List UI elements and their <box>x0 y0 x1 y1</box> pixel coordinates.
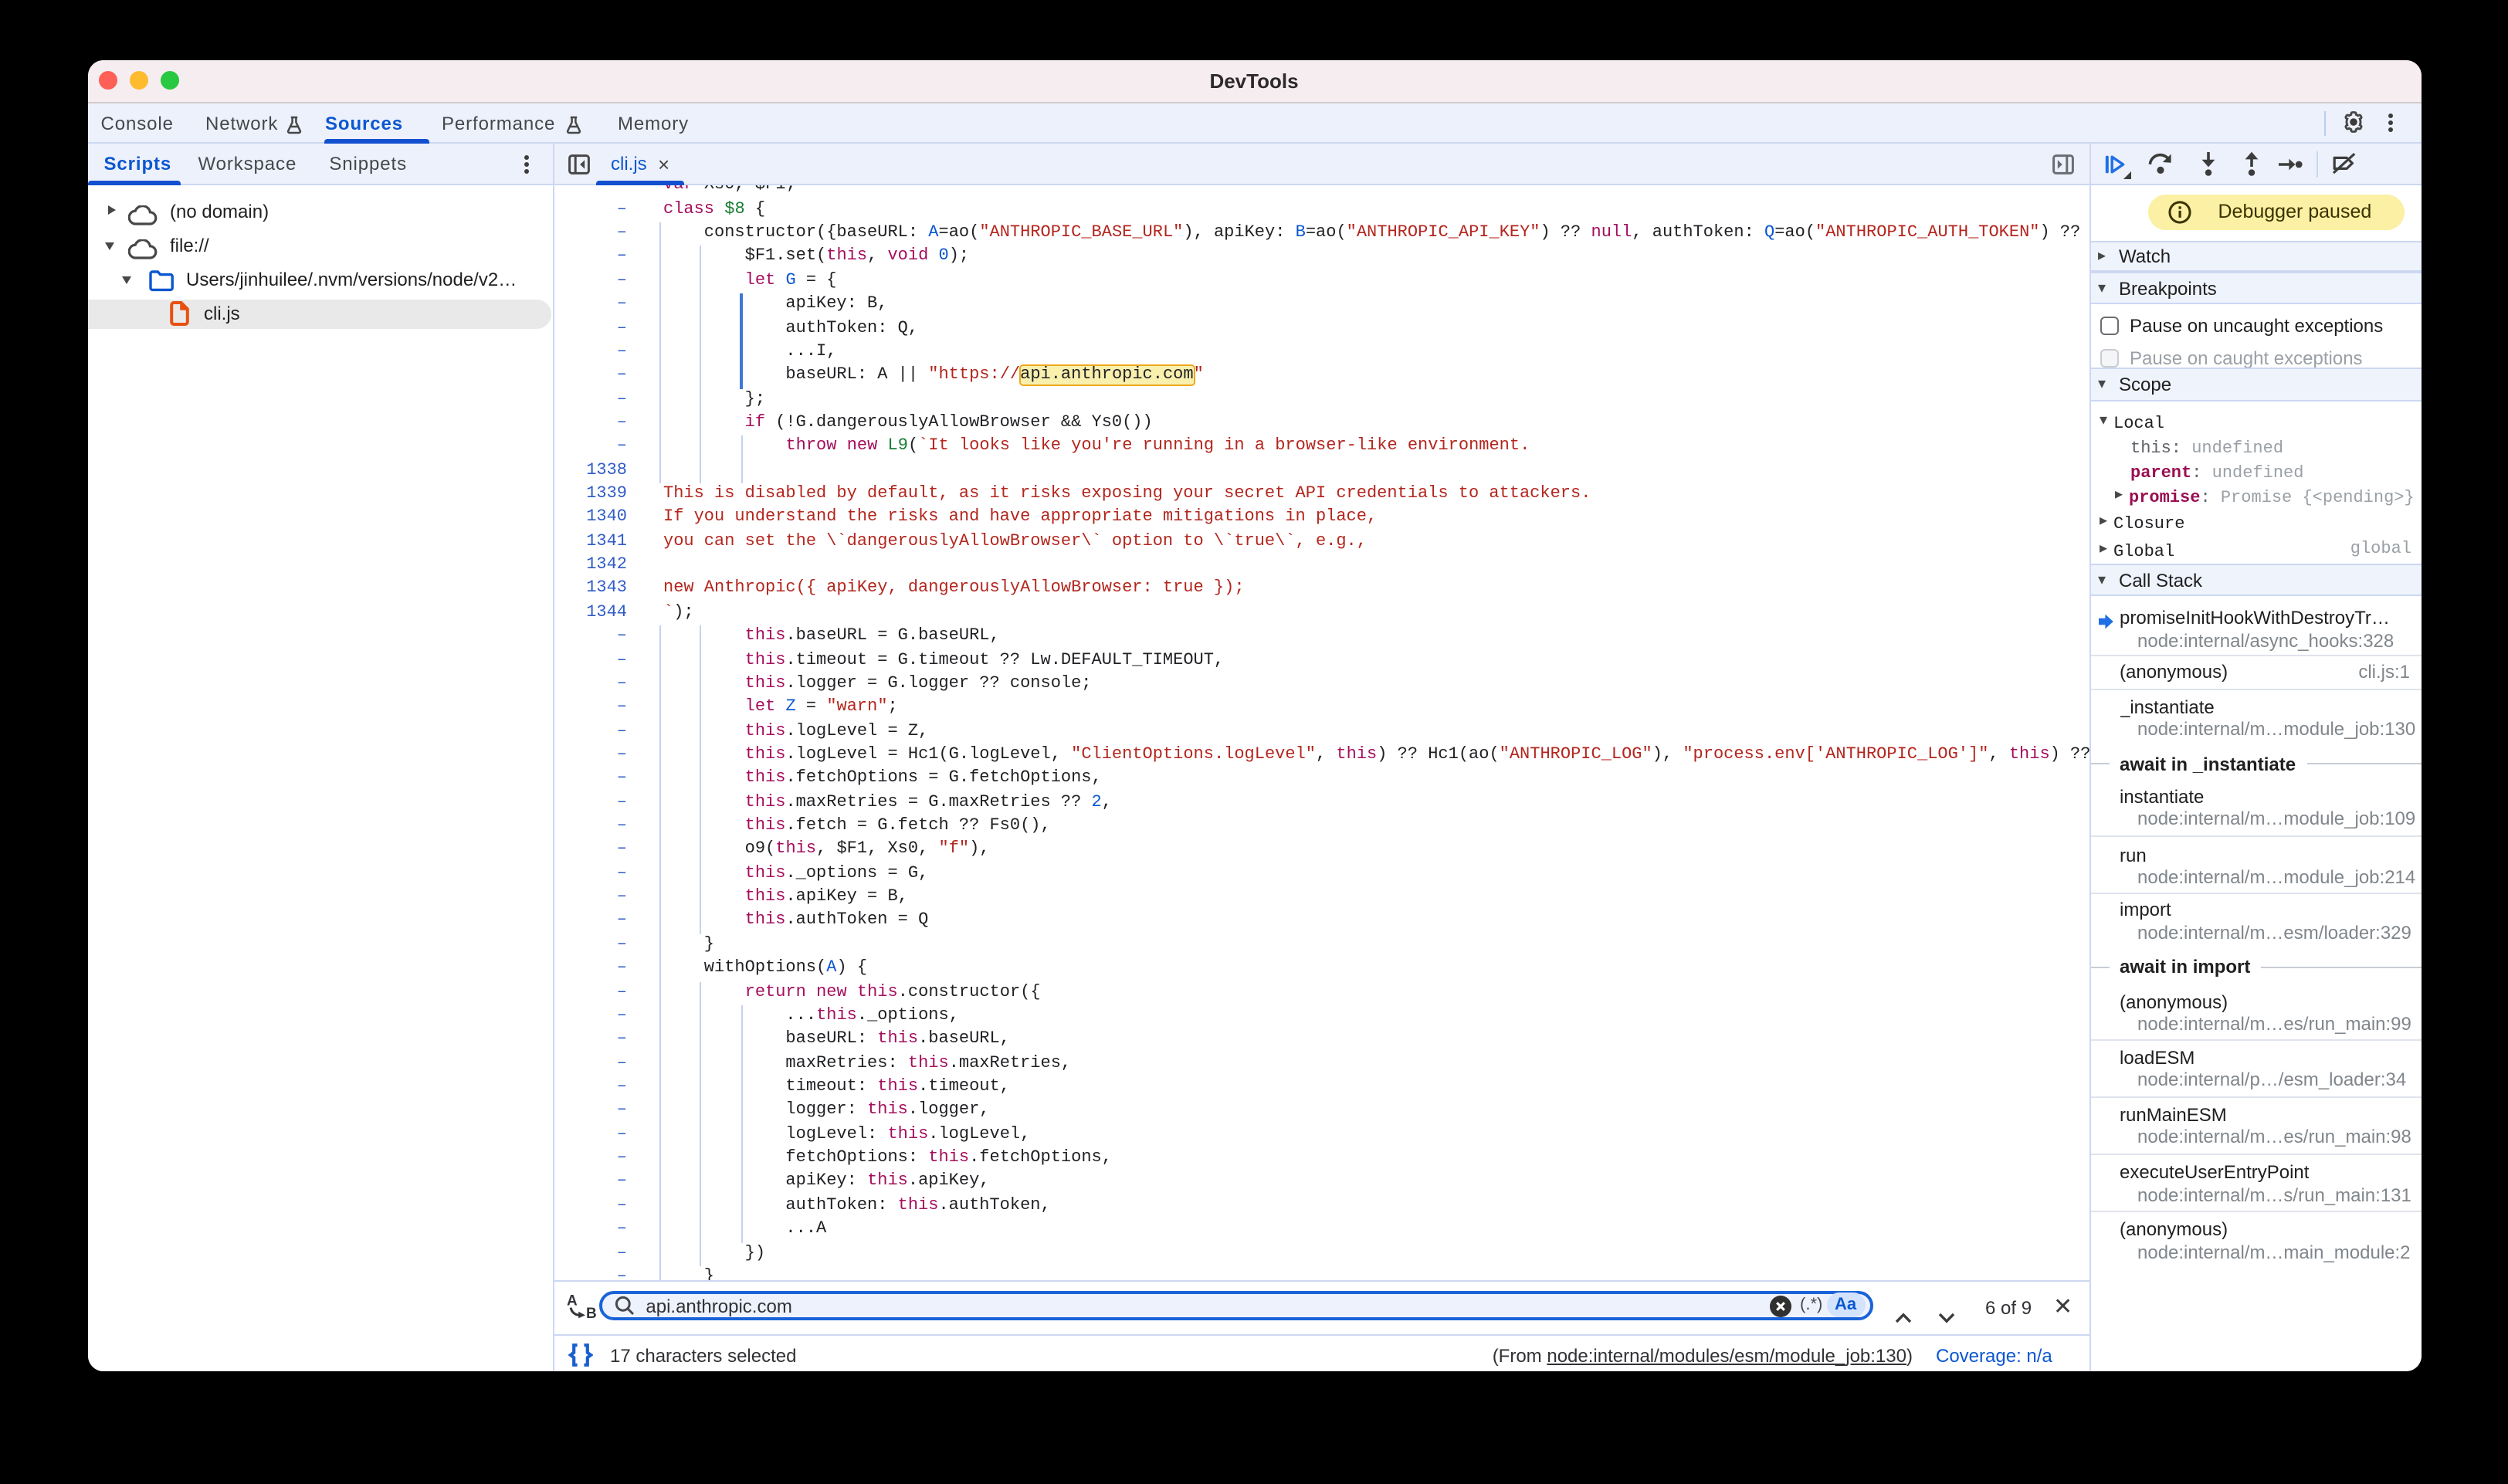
svg-text:B: B <box>586 1306 597 1319</box>
svg-text:A: A <box>567 1293 578 1309</box>
